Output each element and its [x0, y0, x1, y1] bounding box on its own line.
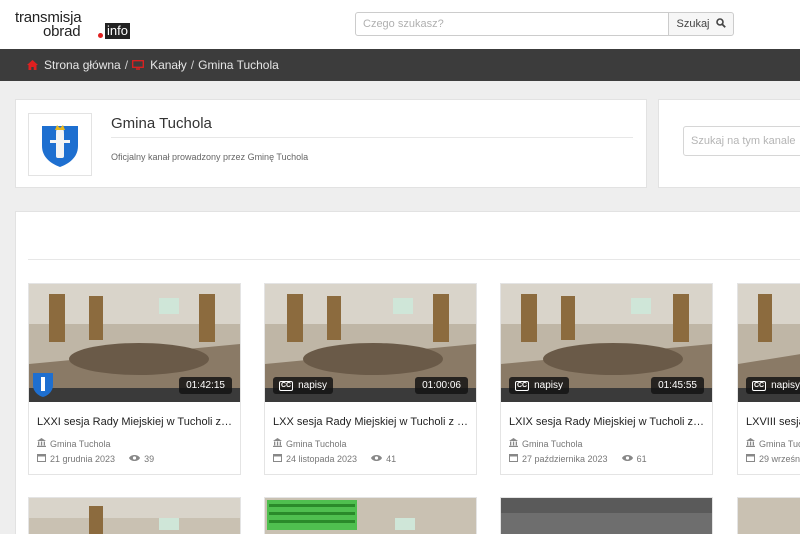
video-views-count: 41: [386, 453, 397, 464]
calendar-icon: [746, 453, 755, 464]
video-date: 29 wrześni: [759, 453, 800, 464]
video-date: 27 października 2023: [522, 453, 608, 464]
video-thumbnail[interactable]: CC napisy 01:45:55: [501, 284, 712, 402]
logo-badge: info: [105, 23, 130, 39]
captions-icon: CC: [515, 380, 530, 391]
video-views-count: 39: [144, 453, 155, 464]
video-views: 61: [621, 453, 647, 464]
breadcrumb-label-home: Strona główna: [44, 58, 121, 72]
video-meta: 29 wrześni: [746, 453, 800, 464]
video-thumbnail[interactable]: [500, 497, 713, 534]
video-channel: Gmina Tuchola: [509, 438, 583, 449]
breadcrumb-item-channels[interactable]: Kanały: [132, 58, 187, 72]
captions-badge: CC napisy: [746, 377, 800, 394]
video-channel: Gmina Tuchola: [273, 438, 347, 449]
calendar-icon: [37, 453, 46, 464]
channel-search-input[interactable]: [683, 126, 800, 156]
institution-icon: [37, 438, 46, 449]
breadcrumb-separator: /: [124, 58, 129, 72]
logo-dot: [98, 33, 103, 38]
video-meta: 27 października 2023 61: [509, 453, 647, 464]
institution-icon: [746, 438, 755, 449]
channel-title: Gmina Tuchola: [111, 115, 212, 132]
video-channel-name: Gmina Tuch: [759, 438, 800, 449]
video-meta: 24 listopada 2023 41: [273, 453, 396, 464]
video-card[interactable]: CC napisy 01:00:06 LXX sesja Rady Miejski…: [264, 283, 477, 475]
institution-icon: [273, 438, 282, 449]
video-views-count: 61: [636, 453, 647, 464]
eye-icon: [129, 454, 141, 464]
video-card[interactable]: CC napisy LXVIII sesja Gmina Tuch 29 wrze…: [737, 283, 800, 475]
video-title[interactable]: LXIX sesja Rady Miejskiej w Tucholi z dn…: [509, 416, 707, 428]
coat-of-arms: [28, 113, 92, 176]
captions-label: napisy: [534, 380, 564, 391]
breadcrumb-label-current: Gmina Tuchola: [198, 58, 279, 72]
video-title[interactable]: LXVIII sesja: [746, 416, 800, 428]
video-card[interactable]: 01:42:15 LXXI sesja Rady Miejskiej w Tuc…: [28, 283, 241, 475]
breadcrumb-item-home[interactable]: Strona główna: [27, 58, 121, 72]
video-thumbnail[interactable]: [264, 497, 477, 534]
captions-label: napisy: [298, 380, 328, 391]
breadcrumb-label-channels: Kanały: [150, 58, 187, 72]
video-channel-name: Gmina Tuchola: [522, 438, 583, 449]
breadcrumb-separator: /: [190, 58, 195, 72]
video-date: 24 listopada 2023: [286, 453, 358, 464]
home-icon: [27, 60, 38, 70]
video-channel: Gmina Tuch: [746, 438, 800, 449]
monitor-icon: [132, 60, 145, 70]
video-thumbnail[interactable]: [28, 497, 241, 534]
breadcrumb-item-current: Gmina Tuchola: [198, 58, 279, 72]
channel-header: Gmina Tuchola Oficjalny kanał prowadzony…: [15, 99, 647, 188]
institution-icon: [509, 438, 518, 449]
divider: [28, 259, 800, 260]
calendar-icon: [509, 453, 518, 464]
video-duration: 01:42:15: [179, 377, 232, 394]
eye-icon: [621, 454, 633, 464]
video-channel-name: Gmina Tuchola: [286, 438, 347, 449]
video-meta: 21 grudnia 2023 39: [37, 453, 154, 464]
video-thumbnail[interactable]: 01:42:15: [29, 284, 240, 402]
channel-emblem-icon: [33, 373, 53, 397]
calendar-icon: [273, 453, 282, 464]
video-thumbnail[interactable]: CC napisy: [738, 284, 800, 402]
video-card[interactable]: CC napisy 01:45:55 LXIX sesja Rady Miejsk…: [500, 283, 713, 475]
search-icon: [715, 17, 726, 31]
eye-icon: [371, 454, 383, 464]
video-title[interactable]: LXX sesja Rady Miejskiej w Tucholi z dni…: [273, 416, 471, 428]
video-duration: 01:45:55: [651, 377, 704, 394]
channel-description: Oficjalny kanał prowadzony przez Gminę T…: [111, 152, 309, 162]
search-button-label: Szukaj: [676, 18, 710, 30]
video-thumbnail[interactable]: [737, 497, 800, 534]
video-thumbnail[interactable]: CC napisy 01:00:06: [265, 284, 476, 402]
logo-text-line2: obrad: [43, 23, 81, 40]
video-views: 39: [129, 454, 154, 464]
captions-label: napisy: [771, 380, 800, 391]
divider: [111, 137, 633, 138]
video-channel: Gmina Tuchola: [37, 438, 111, 449]
captions-badge: CC napisy: [273, 377, 334, 394]
site-logo[interactable]: transmisja obrad info: [15, 9, 130, 41]
video-views: 41: [371, 454, 396, 464]
captions-icon: CC: [752, 380, 767, 391]
search-button[interactable]: Szukaj: [668, 12, 734, 36]
captions-badge: CC napisy: [509, 377, 570, 394]
video-channel-name: Gmina Tuchola: [50, 438, 111, 449]
video-date: 21 grudnia 2023: [50, 453, 116, 464]
top-bar: transmisja obrad info Szukaj: [0, 0, 800, 49]
video-title[interactable]: LXXI sesja Rady Miejskiej w Tucholi z dn…: [37, 416, 235, 428]
channel-search-panel: [658, 99, 800, 188]
video-duration: 01:00:06: [415, 377, 468, 394]
search-input[interactable]: [355, 12, 669, 36]
captions-icon: CC: [279, 380, 294, 391]
breadcrumb: Strona główna / Kanały / Gmina Tuchola: [0, 49, 800, 81]
